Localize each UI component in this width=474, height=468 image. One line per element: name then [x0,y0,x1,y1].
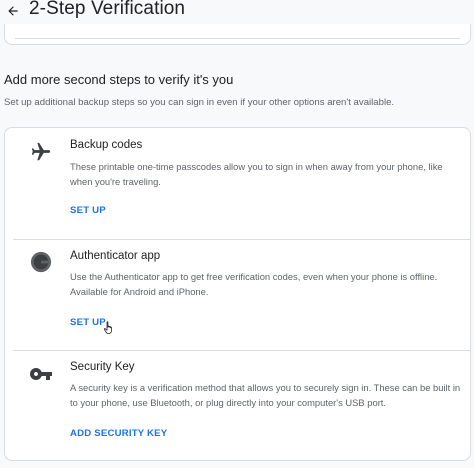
option-description: Use the Authenticator app to get free ve… [70,271,438,297]
set-up-backup-codes-button[interactable]: SET UP [70,205,106,216]
option-title: Authenticator app [70,250,161,262]
top-bar: 2-Step Verification [0,0,474,24]
page-title: 2-Step Verification [29,0,186,19]
authenticator-icon [29,250,53,274]
section-description: Set up additional backup steps so you ca… [4,97,395,108]
airplane-icon [29,140,53,164]
arrow-back-icon [8,6,18,16]
card-divider [15,38,460,39]
option-title: Backup codes [70,139,143,151]
divider [13,239,470,240]
set-up-authenticator-button[interactable]: SET UP [70,317,106,328]
second-steps-card: Backup codes These printable one-time pa… [4,127,471,461]
add-security-key-button[interactable]: ADD SECURITY KEY [70,428,167,439]
option-description: These printable one-time passcodes allow… [70,161,443,187]
back-button[interactable] [2,0,24,22]
section-title: Add more second steps to verify it's you [4,72,234,87]
previous-card [4,24,471,45]
option-title: Security Key [70,361,135,373]
divider [13,350,470,351]
option-description: A security key is a verification method … [70,382,461,408]
key-icon [29,362,53,386]
hand-cursor-icon [103,321,112,334]
